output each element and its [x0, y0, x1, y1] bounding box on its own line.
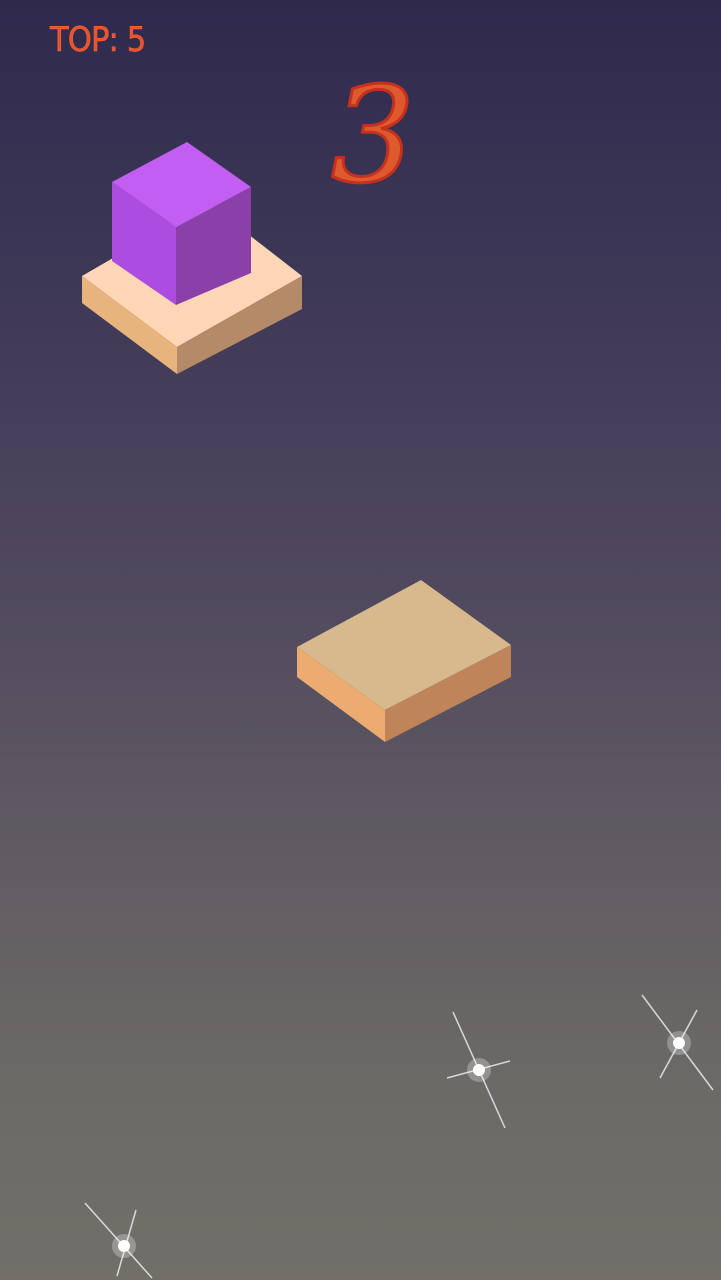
current-score: 3 [330, 59, 417, 213]
game-canvas[interactable]: TOP: 5 3 [0, 0, 721, 1280]
sparkle-3 [84, 1202, 153, 1279]
next-platform [297, 580, 511, 742]
sparkle-2 [641, 994, 714, 1091]
sparkle-1 [446, 1011, 511, 1129]
top-score-label: TOP: 5 [50, 20, 147, 61]
